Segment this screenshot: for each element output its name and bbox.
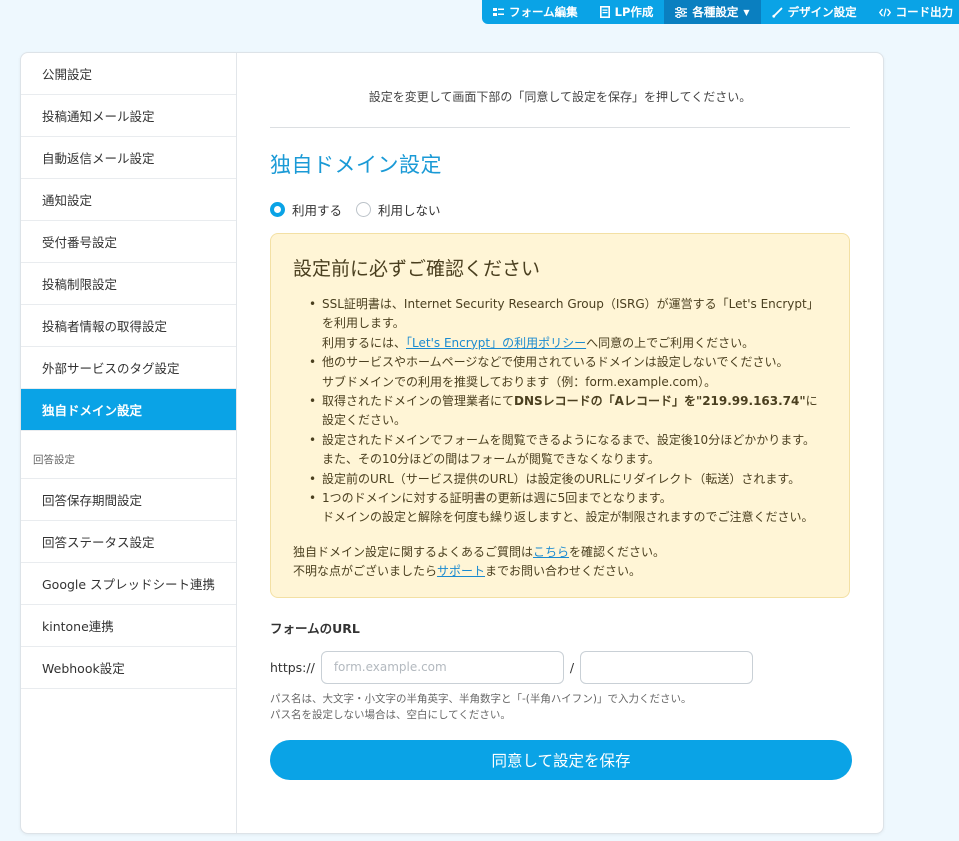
lets-encrypt-policy-link[interactable]: 「Let's Encrypt」の利用ポリシー: [406, 336, 586, 350]
toolbar-form-edit[interactable]: フォーム編集: [482, 0, 589, 24]
toolbar-code[interactable]: コード出力: [868, 0, 959, 24]
form-url-label: フォームのURL: [270, 620, 360, 636]
brush-icon: [771, 7, 782, 18]
warning-item-ssl: SSL証明書は、Internet Security Research Group…: [309, 295, 827, 353]
radio-not-use[interactable]: 利用しない: [356, 200, 441, 219]
document-icon: [599, 6, 610, 18]
warning-delay-text: 設定されたドメインでフォームを閲覧できるようになるまで、設定後10分ほどかかりま…: [322, 432, 815, 447]
support-text-pre: 不明な点がございましたら: [293, 563, 438, 578]
radio-not-use-label: 利用しない: [378, 203, 441, 218]
sidebar-item-poster-info[interactable]: 投稿者情報の取得設定: [21, 305, 236, 347]
url-scheme: https://: [270, 659, 315, 675]
sidebar-item-post-notify-mail[interactable]: 投稿通知メール設定: [21, 95, 236, 137]
code-icon: [878, 7, 891, 17]
warning-box: 設定前に必ずご確認ください SSL証明書は、Internet Security …: [270, 233, 850, 598]
warning-subdomain-text: サブドメインでの利用を推奨しております（例：form.example.com）。: [322, 374, 717, 389]
faq-text-post: を確認ください。: [569, 544, 666, 559]
warning-ssl-pre: 利用するには、: [322, 335, 407, 350]
warning-ssl-post: へ同意の上でご利用ください。: [586, 335, 755, 350]
domain-input[interactable]: [320, 650, 564, 684]
settings-card: 公開設定 投稿通知メール設定 自動返信メール設定 通知設定 受付番号設定 投稿制…: [20, 52, 884, 834]
warning-domain-text: 他のサービスやホームページなどで使用されているドメインは設定しないでください。: [322, 355, 789, 370]
sidebar-item-google-sheets[interactable]: Google スプレッドシート連携: [21, 563, 236, 605]
warning-ssl-text: SSL証明書は、Internet Security Research Group…: [322, 297, 819, 331]
warning-list: SSL証明書は、Internet Security Research Group…: [293, 295, 827, 528]
agree-and-save-button[interactable]: 同意して設定を保存: [270, 740, 852, 780]
warning-delay-text-2: また、その10分ほどの間はフォームが閲覧できなくなります。: [322, 452, 660, 467]
sidebar-item-external-tags[interactable]: 外部サービスのタグ設定: [21, 347, 236, 389]
radio-use[interactable]: 利用する: [270, 200, 342, 219]
sidebar-item-kintone[interactable]: kintone連携: [21, 605, 236, 647]
warning-renewal-text-2: ドメインの設定と解除を何度も繰り返しますと、設定が制限されますのでご注意ください…: [322, 510, 814, 525]
toolbar-settings-label: 各種設定: [692, 5, 739, 19]
warning-dns-record: DNSレコードの「Aレコード」を"219.99.163.74": [514, 394, 806, 409]
toolbar-settings[interactable]: 各種設定 ▼: [664, 0, 761, 24]
top-toolbar: フォーム編集 LP作成 各種設定 ▼ デザイン設定 コード出力: [482, 0, 959, 24]
sidebar-item-receipt-number[interactable]: 受付番号設定: [21, 221, 236, 263]
path-input[interactable]: [580, 650, 754, 684]
toolbar-lp-label: LP作成: [614, 5, 654, 19]
url-separator: /: [569, 659, 575, 675]
form-edit-icon: [493, 7, 504, 16]
faq-link[interactable]: こちら: [533, 545, 569, 559]
sidebar: 公開設定 投稿通知メール設定 自動返信メール設定 通知設定 受付番号設定 投稿制…: [21, 53, 237, 833]
sidebar-item-webhook[interactable]: Webhook設定: [21, 647, 236, 689]
main-content: 設定を変更して画面下部の「同意して設定を保存」を押してください。 独自ドメイン設…: [237, 53, 883, 833]
toolbar-design[interactable]: デザイン設定: [761, 0, 868, 24]
warning-redirect-text: 設定前のURL（サービス提供のURL）は設定後のURLにリダイレクト（転送）され…: [322, 471, 801, 486]
warning-item-delay: 設定されたドメインでフォームを閲覧できるようになるまで、設定後10分ほどかかりま…: [309, 431, 827, 470]
radio-unchecked-icon: [356, 202, 372, 217]
support-link[interactable]: サポート: [437, 564, 485, 578]
warning-title: 設定前に必ずご確認ください: [293, 258, 541, 280]
warning-footer: 独自ドメイン設定に関するよくあるご質問はこちらを確認ください。 不明な点がござい…: [293, 543, 827, 581]
sidebar-item-retention[interactable]: 回答保存期間設定: [21, 479, 236, 521]
sidebar-item-publish[interactable]: 公開設定: [21, 53, 236, 95]
warning-item-renewal: 1つのドメインに対する証明書の更新は週に5回までとなります。 ドメインの設定と解…: [309, 489, 827, 528]
warning-dns-pre: 取得されたドメインの管理業者にて: [322, 394, 515, 409]
toolbar-form-edit-label: フォーム編集: [509, 5, 578, 19]
warning-renewal-text: 1つのドメインに対する証明書の更新は週に5回までとなります。: [322, 491, 672, 506]
toolbar-design-label: デザイン設定: [787, 5, 857, 19]
sidebar-group-label: 回答設定: [21, 431, 236, 479]
faq-text-pre: 独自ドメイン設定に関するよくあるご質問は: [293, 544, 534, 559]
caret-down-icon: ▼: [743, 7, 750, 17]
warning-item-dns: 取得されたドメインの管理業者にてDNSレコードの「Aレコード」を"219.99.…: [309, 392, 827, 431]
path-hint-2: パス名を設定しない場合は、空白にしてください。: [270, 708, 511, 721]
toolbar-code-label: コード出力: [895, 5, 954, 19]
sidebar-item-post-limit[interactable]: 投稿制限設定: [21, 263, 236, 305]
warning-item-redirect: 設定前のURL（サービス提供のURL）は設定後のURLにリダイレクト（転送）され…: [309, 470, 827, 490]
save-notice: 設定を変更して画面下部の「同意して設定を保存」を押してください。: [270, 53, 850, 128]
sidebar-item-auto-reply-mail[interactable]: 自動返信メール設定: [21, 137, 236, 179]
usage-radio-group: 利用する 利用しない: [270, 200, 850, 219]
support-text-post: までお問い合わせください。: [485, 563, 642, 578]
sidebar-item-notification[interactable]: 通知設定: [21, 179, 236, 221]
sidebar-item-answer-status[interactable]: 回答ステータス設定: [21, 521, 236, 563]
page-title: 独自ドメイン設定: [270, 153, 442, 177]
warning-item-domain-usage: 他のサービスやホームページなどで使用されているドメインは設定しないでください。 …: [309, 353, 827, 392]
form-url-row: https:// /: [270, 650, 850, 684]
radio-use-label: 利用する: [292, 203, 343, 218]
toolbar-lp[interactable]: LP作成: [589, 0, 665, 24]
sliders-icon: [675, 6, 688, 18]
sidebar-item-custom-domain[interactable]: 独自ドメイン設定: [21, 389, 236, 431]
path-hint: パス名は、大文字・小文字の半角英字、半角数字と「-(半角ハイフン)」で入力くださ…: [270, 691, 850, 723]
path-hint-1: パス名は、大文字・小文字の半角英字、半角数字と「-(半角ハイフン)」で入力くださ…: [270, 692, 692, 705]
radio-checked-icon: [270, 202, 285, 217]
